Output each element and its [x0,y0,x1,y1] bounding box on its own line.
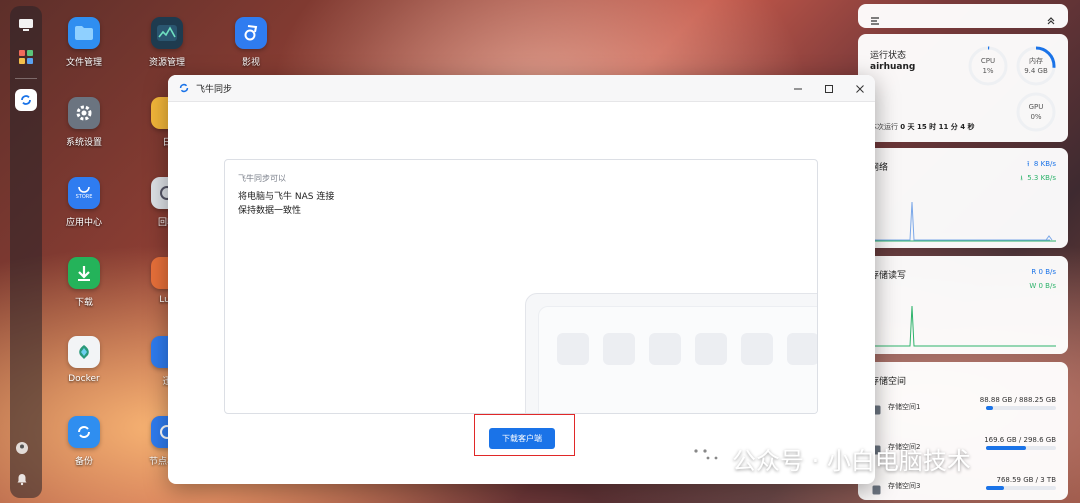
window-title: 飞牛同步 [196,84,233,95]
bell-icon[interactable] [15,471,29,490]
panel-header [858,4,1068,28]
close-button[interactable] [845,75,875,102]
client-illustration [525,293,817,413]
watermark: 公众号 · 小白电脑技术 [686,440,971,476]
maximize-button[interactable] [814,75,844,102]
desktop-icon-resource-monitor[interactable]: 资源管理 [131,17,203,68]
volume-usage-fill [986,446,1026,450]
intro-line-2: 保持数据一致性 [238,206,302,216]
upload-arrow-icon: ⭱ [1027,160,1030,168]
user-icon[interactable] [15,440,29,459]
menu-icon[interactable] [870,11,880,30]
desktop-icon-app-center[interactable]: STORE 应用中心 [48,177,120,228]
desktop-icon-file-manager[interactable]: 文件管理 [48,17,120,68]
illustration-tile [741,333,773,365]
network-download: ⭳ 5.3 KB/s [1020,174,1056,182]
illustration-tile [603,333,635,365]
desktop-icon-docker[interactable]: Docker [48,336,120,384]
dock [10,6,42,498]
gear-icon [68,97,100,129]
sync-app-icon[interactable] [15,89,37,111]
volume-usage-bar [986,406,1056,410]
desktop-icon-download[interactable]: 下载 [48,257,120,308]
sync-app-icon [178,79,190,98]
illustration-tile [649,333,681,365]
download-arrow-icon: ⭳ [1020,174,1023,182]
folder-icon [68,17,100,49]
volume-usage-fill [986,486,1004,490]
video-icon [235,17,267,49]
storage-io-graph [870,305,1056,347]
memory-gauge: 内存 9.4 GB [1016,46,1056,86]
intro-subtitle: 飞牛同步可以 [238,174,286,183]
intro-line-1: 将电脑与飞牛 NAS 连接 [238,192,335,202]
dock-divider [15,78,37,79]
uptime: 本次运行 0 天 15 时 11 分 4 秒 [870,123,975,131]
illustration-window [538,306,817,413]
docker-icon [68,336,100,368]
intro-panel: 飞牛同步可以 将电脑与飞牛 NAS 连接 保持数据一致性 [224,159,818,414]
sync-window: 飞牛同步 飞牛同步可以 将电脑与飞牛 NAS 连接 保持数据一致性 下载客户端 [168,75,875,484]
cpu-gauge: CPU 1% [968,46,1008,86]
activity-chart-icon [151,17,183,49]
collapse-icon[interactable] [1046,11,1056,30]
status-card: 运行状态 airhuang CPU 1% 内存 9.4 GB GPU 0% 本次… [858,34,1068,142]
volume-usage-fill [986,406,993,410]
illustration-tile [787,333,817,365]
network-card: 网络 ⭱ 8 KB/s ⭳ 5.3 KB/s [858,148,1068,248]
minimize-button[interactable] [783,75,813,102]
network-upload: ⭱ 8 KB/s [1027,160,1056,168]
store-icon: STORE [68,177,100,209]
wechat-icon [686,440,726,476]
volume-usage-bar [986,446,1056,450]
illustration-tile [557,333,589,365]
monitor-icon[interactable] [15,14,37,36]
download-icon [68,257,100,289]
desktop-icon-settings[interactable]: 系统设置 [48,97,120,148]
network-graph [870,201,1056,242]
volume-usage-bar [986,486,1056,490]
storage-card: 存储空间 存储空间1 88.88 GB / 888.25 GB 存储空间2 16… [858,362,1068,500]
desktop-icon-video[interactable]: 影视 [215,17,287,68]
illustration-tile [695,333,727,365]
apps-grid-icon[interactable] [15,46,37,68]
storage-io-card: 存储读写 R 0 B/s W 0 B/s [858,256,1068,354]
window-titlebar: 飞牛同步 [168,75,875,102]
widget-panel: 运行状态 airhuang CPU 1% 内存 9.4 GB GPU 0% 本次… [858,4,1068,500]
desktop-icon-backup[interactable]: 备份 [48,416,120,467]
download-client-button[interactable]: 下载客户端 [489,428,555,449]
backup-icon [68,416,100,448]
gpu-gauge: GPU 0% [1016,92,1056,132]
disk-icon [872,480,881,499]
